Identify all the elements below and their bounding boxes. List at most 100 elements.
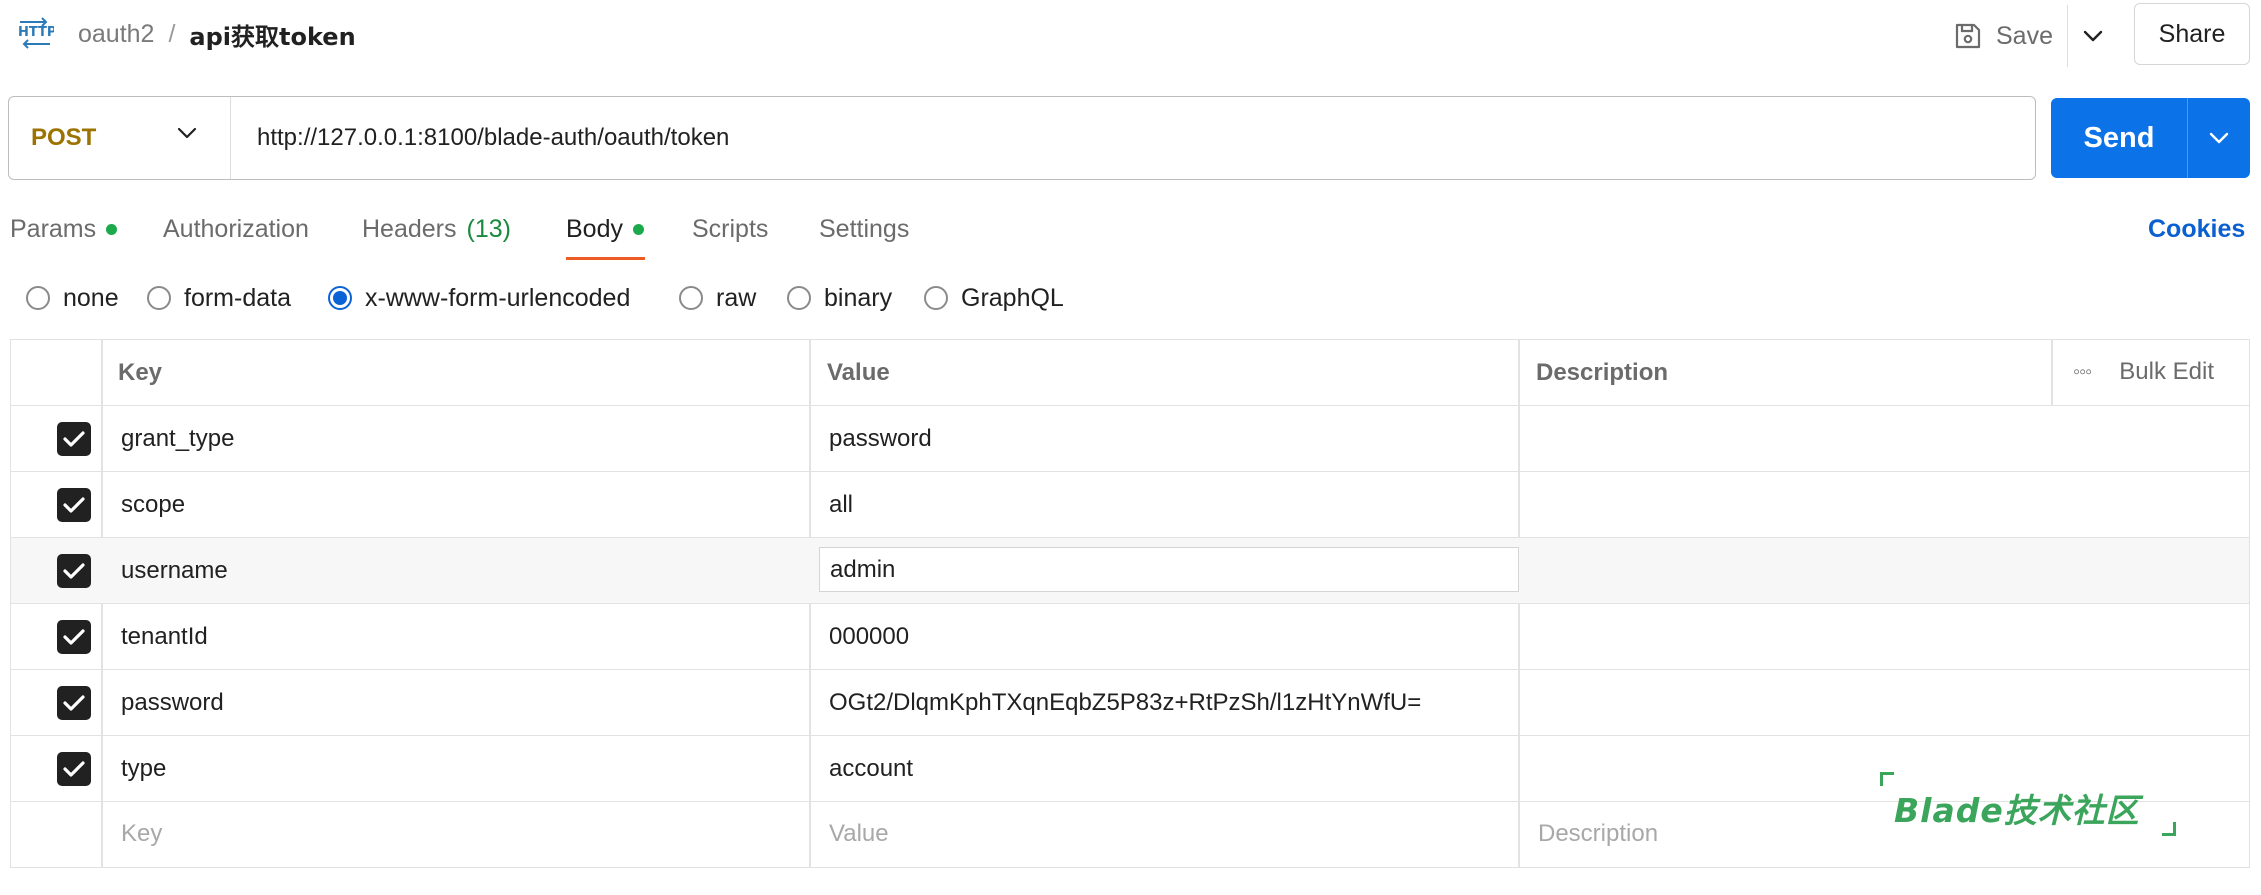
breadcrumb-separator: / [168, 19, 176, 48]
send-group: Send [2051, 98, 2250, 178]
chevron-down-icon [2083, 30, 2103, 42]
radio-raw[interactable]: raw [679, 280, 756, 316]
radio-circle [679, 286, 703, 310]
save-button[interactable]: Save [1950, 12, 2067, 60]
radio-label: binary [824, 283, 893, 312]
request-bar: POST http://127.0.0.1:8100/blade-auth/oa… [8, 96, 2036, 180]
radio-label: x-www-form-urlencoded [365, 283, 631, 312]
row-value[interactable]: OGt2/DlqmKphTXqnEqbZ5P83z+RtPzSh/l1zHtYn… [829, 670, 1421, 735]
tab-headers[interactable]: Headers (13) [362, 204, 511, 254]
send-button[interactable]: Send [2051, 98, 2187, 178]
column-header-key: Key [118, 358, 163, 386]
chevron-down-icon [177, 127, 197, 139]
more-options-icon: ◦◦◦ [2073, 360, 2092, 383]
breadcrumb: oauth2 / api获取token [78, 16, 356, 52]
send-options-button[interactable] [2188, 98, 2250, 178]
checkbox-cell [57, 472, 91, 537]
row-value[interactable]: 000000 [829, 604, 909, 669]
table-row: tenantId 000000 [11, 604, 2249, 670]
top-bar: HTTP oauth2 / api获取token Save Share [0, 0, 2261, 72]
checkmark-icon [63, 496, 85, 513]
tab-params[interactable]: Params [10, 204, 118, 254]
checkmark-icon [63, 694, 85, 711]
save-icon [1955, 23, 1981, 49]
row-checkbox[interactable] [57, 751, 91, 786]
column-header-description: Description [1536, 358, 1669, 386]
bulk-edit-label: Bulk Edit [2119, 358, 2214, 385]
new-description-input[interactable]: Description [1538, 802, 1658, 866]
cookies-link[interactable]: Cookies [2148, 204, 2245, 254]
radio-label: GraphQL [961, 283, 1064, 312]
radio-none[interactable]: none [26, 280, 119, 316]
method-label: POST [31, 124, 97, 151]
row-checkbox[interactable] [57, 619, 91, 654]
checkmark-icon [63, 760, 85, 777]
body-type-options: none form-data x-www-form-urlencoded raw… [0, 280, 2261, 316]
radio-label: form-data [184, 283, 291, 312]
radio-graphql[interactable]: GraphQL [924, 280, 1064, 316]
url-input[interactable]: http://127.0.0.1:8100/blade-auth/oauth/t… [231, 97, 2035, 179]
radio-label: none [63, 283, 119, 312]
save-group: Save [1950, 5, 2118, 67]
breadcrumb-collection[interactable]: oauth2 [78, 20, 154, 49]
body-indicator-dot [632, 223, 644, 235]
tab-scripts-label: Scripts [692, 214, 769, 243]
radio-binary[interactable]: binary [787, 280, 892, 316]
svg-text:HTTP: HTTP [18, 25, 54, 40]
tab-body[interactable]: Body [566, 204, 644, 254]
checkbox-cell [57, 604, 91, 669]
row-checkbox[interactable] [57, 421, 91, 456]
radio-circle [924, 286, 948, 310]
save-options-button[interactable] [2068, 12, 2118, 60]
active-tab-underline [566, 257, 645, 260]
checkmark-icon [63, 628, 85, 645]
row-key[interactable]: tenantId [121, 604, 208, 669]
tab-body-label: Body [566, 214, 623, 243]
watermark: Blade技术社区 [1880, 772, 2176, 836]
row-key[interactable]: type [121, 736, 166, 801]
tab-headers-label: Headers [362, 214, 457, 243]
column-header-value: Value [827, 358, 890, 386]
checkmark-icon [63, 562, 85, 579]
new-value-input[interactable]: Value [829, 802, 889, 866]
tab-authorization[interactable]: Authorization [163, 204, 309, 254]
table-row: username admin [11, 538, 2249, 604]
tab-authorization-label: Authorization [163, 214, 309, 243]
row-key[interactable]: scope [121, 472, 185, 537]
tab-settings[interactable]: Settings [819, 204, 909, 254]
radio-circle [26, 286, 50, 310]
row-checkbox[interactable] [57, 487, 91, 522]
tab-settings-label: Settings [819, 214, 910, 243]
params-indicator-dot [106, 223, 118, 235]
row-checkbox[interactable] [57, 685, 91, 720]
chevron-down-icon [2209, 132, 2229, 144]
bulk-edit-button[interactable]: ◦◦◦ Bulk Edit [2073, 340, 2214, 404]
checkmark-icon [63, 430, 85, 447]
radio-form-data[interactable]: form-data [147, 280, 291, 316]
watermark-corner [2162, 822, 2176, 836]
column-divider [2051, 340, 2053, 405]
row-value[interactable]: account [829, 736, 913, 801]
tab-scripts[interactable]: Scripts [692, 204, 768, 254]
row-value[interactable]: all [829, 472, 853, 537]
method-select[interactable]: POST [9, 97, 231, 179]
share-button[interactable]: Share [2134, 3, 2250, 65]
save-label: Save [1996, 21, 2053, 50]
row-key[interactable]: password [121, 670, 224, 735]
row-value-input[interactable]: admin [819, 547, 1519, 592]
row-key[interactable]: grant_type [121, 406, 234, 471]
row-key[interactable]: username [121, 538, 228, 603]
radio-label: raw [716, 283, 757, 312]
new-key-input[interactable]: Key [121, 802, 162, 866]
http-icon: HTTP [18, 17, 54, 49]
watermark-corner [1880, 772, 1894, 786]
table-row: password OGt2/DlqmKphTXqnEqbZ5P83z+RtPzS… [11, 670, 2249, 736]
row-checkbox[interactable] [57, 553, 91, 588]
radio-x-www-form-urlencoded[interactable]: x-www-form-urlencoded [328, 280, 630, 316]
row-value[interactable]: password [829, 406, 932, 471]
checkbox-cell [57, 406, 91, 471]
radio-circle [787, 286, 811, 310]
request-tabs: Params Authorization Headers (13) Body Sc… [0, 204, 2261, 260]
checkbox-cell [57, 670, 91, 735]
request-name[interactable]: api获取token [189, 17, 355, 52]
